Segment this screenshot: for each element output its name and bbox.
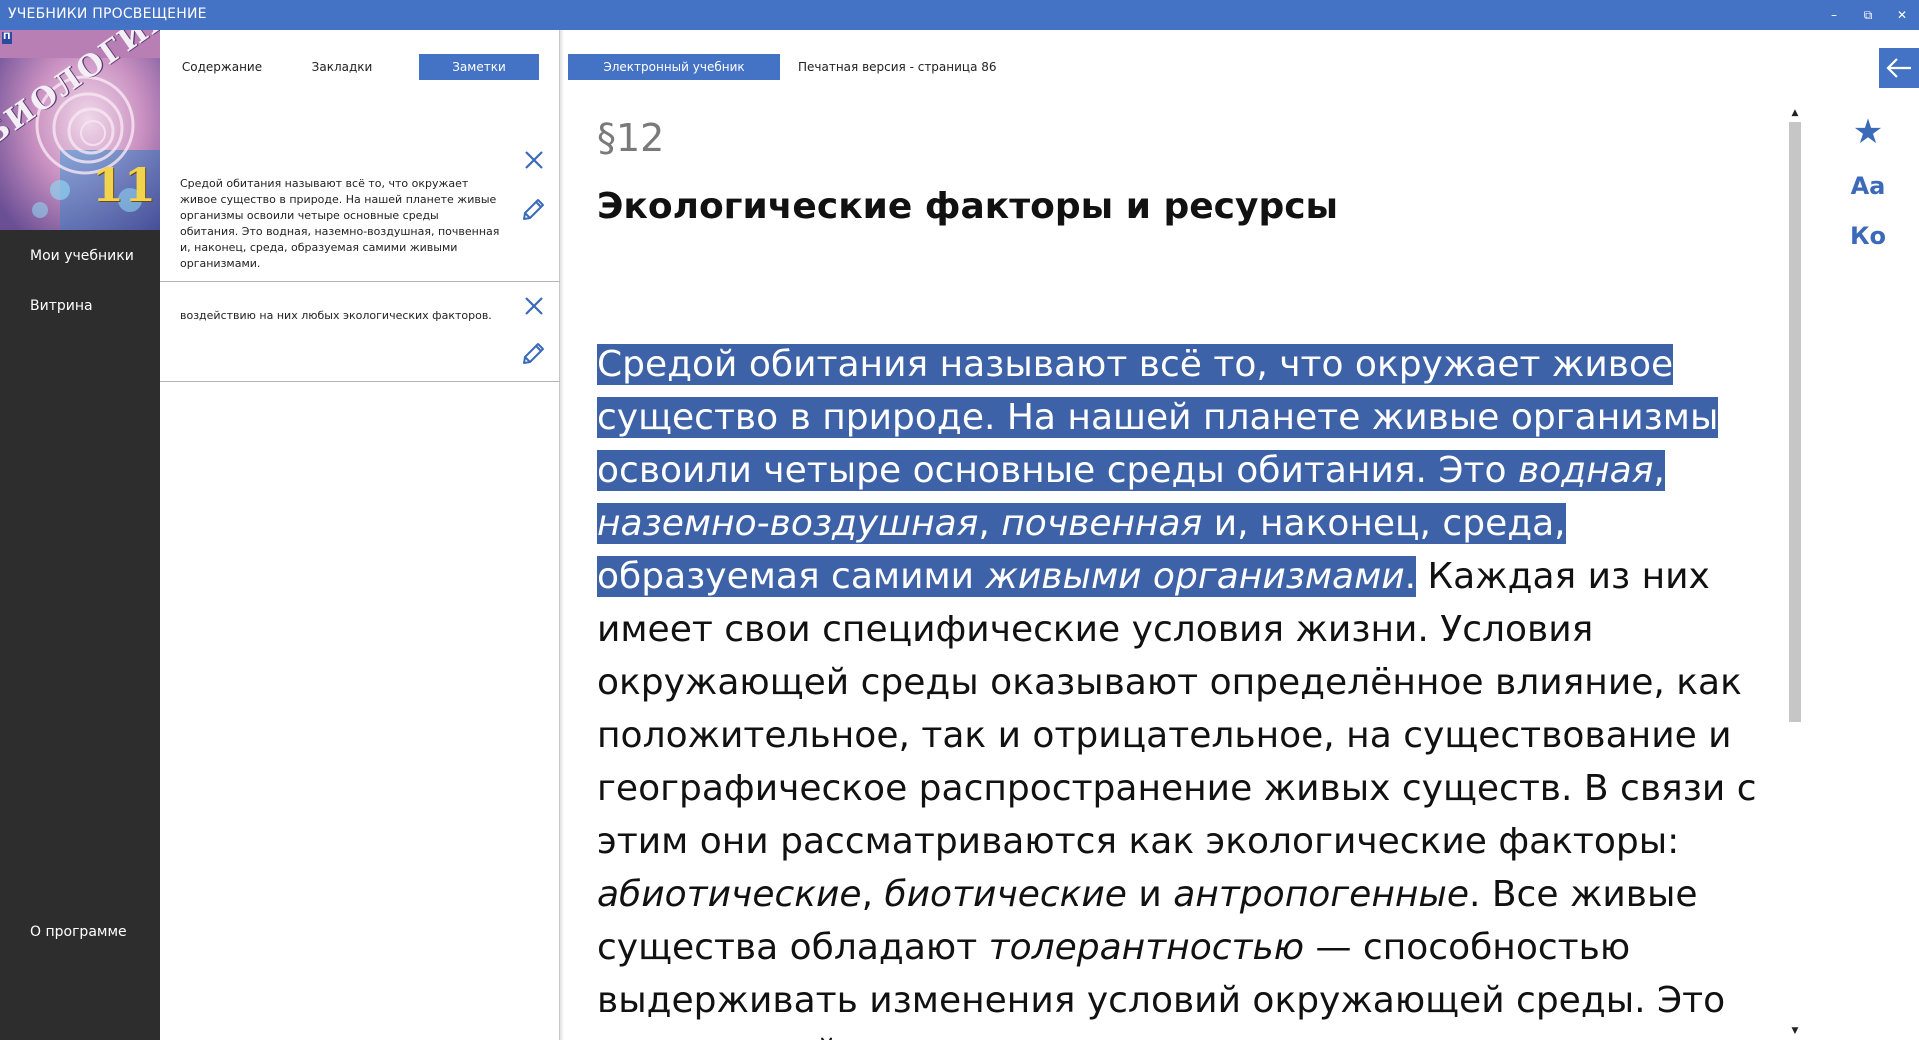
edit-note-button[interactable]: [520, 194, 548, 222]
note-item[interactable]: Средой обитания называют всё то, что окр…: [160, 120, 560, 282]
sidebar-item-about[interactable]: О программе: [30, 924, 127, 940]
contents-button[interactable]: Ко: [1848, 222, 1888, 250]
scroll-down-arrow[interactable]: ▼: [1789, 1026, 1801, 1036]
book-cover[interactable]: П БИОЛОГИЯ 11: [0, 30, 160, 230]
delete-note-button[interactable]: [520, 146, 548, 174]
back-button[interactable]: [1879, 48, 1919, 88]
paragraph-number: §12: [597, 116, 665, 160]
close-window-button[interactable]: ✕: [1885, 0, 1919, 30]
note-text: воздействию на них любых экологических ф…: [180, 309, 492, 322]
body-text[interactable]: Средой обитания называют всё то, что окр…: [597, 338, 1787, 1040]
sidebar: П БИОЛОГИЯ 11 Мои учебники Витрина О про…: [0, 30, 160, 1040]
note-text: Средой обитания называют всё то, что окр…: [180, 177, 500, 270]
window-title: УЧЕБНИКИ ПРОСВЕЩЕНИЕ: [8, 6, 207, 22]
note-item[interactable]: воздействию на них любых экологических ф…: [160, 282, 560, 382]
notes-panel: Содержание Закладки Заметки Средой обита…: [160, 30, 564, 1040]
minimize-button[interactable]: –: [1817, 0, 1851, 30]
close-icon: [525, 151, 543, 169]
scroll-thumb[interactable]: [1789, 122, 1801, 722]
print-version-page[interactable]: Печатная версия - страница 86: [798, 54, 997, 80]
restore-button[interactable]: ⧉: [1851, 0, 1885, 30]
close-icon: [525, 297, 543, 315]
reader-content: §12 Экологические факторы и ресурсы Сред…: [560, 100, 1790, 1040]
arrow-left-icon: [1886, 58, 1911, 78]
cover-publisher-mark: П: [3, 32, 11, 42]
delete-note-button[interactable]: [520, 292, 548, 320]
scroll-up-arrow[interactable]: ▲: [1789, 108, 1801, 118]
paragraph-title: Экологические факторы и ресурсы: [597, 186, 1339, 227]
tab-bookmarks[interactable]: Закладки: [282, 54, 402, 80]
tab-contents[interactable]: Содержание: [162, 54, 282, 80]
sidebar-item-my-textbooks[interactable]: Мои учебники: [30, 248, 134, 264]
pencil-icon: [523, 199, 544, 220]
sidebar-item-showcase[interactable]: Витрина: [30, 298, 93, 314]
reader-scrollbar[interactable]: ▲ ▼: [1789, 108, 1801, 1038]
cover-grade: 11: [92, 158, 157, 212]
edit-note-button[interactable]: [520, 338, 548, 366]
title-bar: УЧЕБНИКИ ПРОСВЕЩЕНИЕ – ⧉ ✕: [0, 0, 1919, 30]
pencil-icon: [523, 343, 544, 364]
font-size-button[interactable]: Аа: [1848, 172, 1888, 200]
bookmark-star-icon[interactable]: ★: [1848, 112, 1888, 152]
tab-notes[interactable]: Заметки: [419, 54, 539, 80]
tab-electronic-textbook[interactable]: Электронный учебник: [568, 54, 780, 80]
